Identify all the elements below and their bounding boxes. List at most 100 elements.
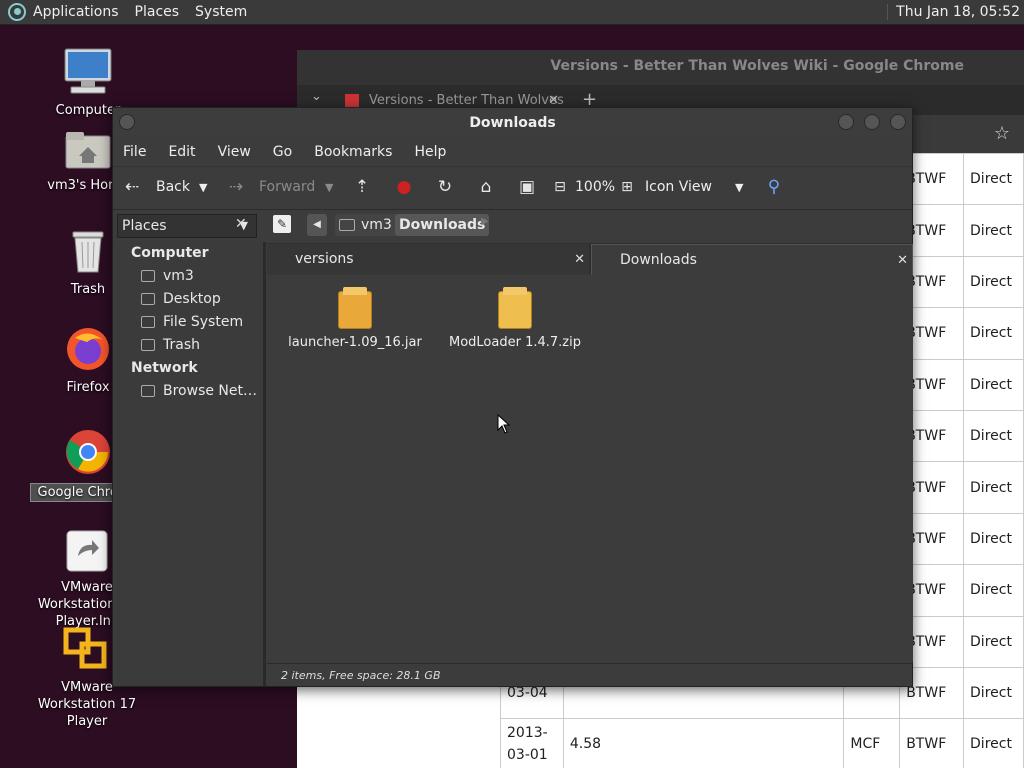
- fm-toolbar: ⇠ Back ▼ ⇢ Forward ▼ ⇡ ● ↻ ⌂ ▣ ⊟ 100% ⊞ …: [113, 166, 912, 210]
- direct-link[interactable]: Direct: [963, 615, 1024, 668]
- tab-downloads[interactable]: Downloads ✕: [591, 244, 913, 275]
- menu-go[interactable]: Go: [273, 144, 292, 160]
- forward-history-chevron-icon[interactable]: ▼: [325, 181, 333, 194]
- zoom-in-icon[interactable]: ⊞: [616, 176, 638, 198]
- tab-search-icon[interactable]: ⌄: [311, 89, 322, 104]
- view-mode-chevron-icon[interactable]: ▼: [735, 181, 743, 194]
- bookmark-star-icon[interactable]: ☆: [994, 123, 1010, 144]
- sidebar-item-label: vm3: [163, 268, 194, 284]
- path-right-arrow-icon[interactable]: ▶: [481, 216, 489, 227]
- direct-link[interactable]: Direct: [963, 307, 1024, 360]
- panel-clock[interactable]: Thu Jan 18, 05:52: [887, 4, 1020, 20]
- version-cell: 4.58: [562, 718, 845, 768]
- direct-link[interactable]: Direct: [963, 666, 1024, 720]
- menu-applications[interactable]: Applications: [33, 4, 119, 20]
- menu-help[interactable]: Help: [414, 144, 446, 160]
- sidebar-heading-network: Network: [131, 360, 198, 376]
- fm-titlebar[interactable]: Downloads: [113, 108, 912, 138]
- home-folder-icon: [141, 270, 155, 282]
- direct-link[interactable]: Direct: [963, 718, 1024, 768]
- fm-tabs: versions ✕ Downloads ✕: [267, 243, 913, 275]
- sidebar-item-trash[interactable]: Trash: [117, 334, 261, 357]
- direct-link[interactable]: Direct: [963, 204, 1024, 257]
- menu-view[interactable]: View: [218, 144, 251, 160]
- file-manager-window: Downloads File Edit View Go Bookmarks He…: [112, 107, 913, 687]
- home-icon[interactable]: ⌂: [475, 176, 497, 198]
- chrome-titlebar[interactable]: Versions - Better Than Wolves Wiki - Goo…: [297, 50, 1024, 85]
- menu-places[interactable]: Places: [135, 4, 180, 20]
- maximize-icon[interactable]: [864, 114, 880, 130]
- back-button[interactable]: Back: [156, 179, 190, 195]
- path-button-downloads[interactable]: Downloads: [395, 214, 490, 236]
- sidebar-item-file-system[interactable]: File System: [117, 311, 261, 334]
- direct-link[interactable]: Direct: [963, 255, 1024, 309]
- zoom-out-icon[interactable]: ⊟: [549, 176, 571, 198]
- trash-icon: [141, 339, 155, 351]
- menu-bookmarks[interactable]: Bookmarks: [314, 144, 392, 160]
- reload-icon[interactable]: ↻: [434, 176, 456, 198]
- menu-file[interactable]: File: [123, 144, 146, 160]
- direct-link[interactable]: Direct: [963, 152, 1024, 206]
- tab-versions[interactable]: versions ✕: [267, 244, 589, 275]
- back-history-chevron-icon[interactable]: ▼: [199, 181, 207, 194]
- places-sidebar: Computer vm3 Desktop File System Trash N…: [117, 242, 261, 686]
- mcf-link[interactable]: MCF: [843, 718, 901, 768]
- sidebar-item-desktop[interactable]: Desktop: [117, 288, 261, 311]
- direct-link[interactable]: Direct: [963, 461, 1024, 514]
- table-row: 2013-03-01 4.58 MCF BTWF Direct: [500, 718, 1024, 768]
- sidebar-item-browse-network[interactable]: Browse Net…: [117, 380, 261, 403]
- top-panel: Applications Places System Thu Jan 18, 0…: [0, 0, 1024, 25]
- file-view[interactable]: launcher-1.09_16.jar ModLoader 1.4.7.zip: [267, 276, 913, 662]
- minimize-icon[interactable]: [838, 114, 854, 130]
- date-cell: 2013-03-01: [500, 718, 564, 768]
- sidebar-item-vm3[interactable]: vm3: [117, 265, 261, 288]
- window-menu-icon[interactable]: [119, 114, 135, 130]
- direct-link[interactable]: Direct: [963, 358, 1024, 411]
- firefox-icon: [67, 328, 109, 370]
- home-folder-icon: [65, 132, 111, 169]
- sidebar-item-label: Desktop: [163, 291, 221, 307]
- archive-file-icon: [498, 287, 532, 329]
- forward-arrow-icon[interactable]: ⇢: [225, 176, 247, 198]
- chrome-icon: [66, 430, 110, 474]
- sidebar-heading-computer: Computer: [131, 245, 209, 261]
- fm-menubar: File Edit View Go Bookmarks Help: [113, 138, 912, 166]
- btwf-link[interactable]: BTWF: [899, 718, 965, 768]
- computer-view-icon[interactable]: ▣: [516, 176, 538, 198]
- vmware-icon: [63, 627, 107, 669]
- path-button-vm3[interactable]: vm3: [335, 214, 398, 236]
- distro-logo-icon[interactable]: [8, 3, 26, 21]
- home-folder-icon: [339, 219, 355, 231]
- pane-divider[interactable]: [263, 242, 266, 686]
- edit-location-icon[interactable]: ✎: [273, 215, 291, 233]
- computer-icon: [64, 48, 112, 94]
- path-left-arrow-icon[interactable]: ◀: [307, 214, 327, 236]
- direct-link[interactable]: Direct: [963, 409, 1024, 463]
- forward-button[interactable]: Forward: [259, 179, 315, 195]
- drive-icon: [141, 316, 155, 328]
- view-mode-select[interactable]: Icon View: [645, 179, 712, 195]
- network-icon: [141, 385, 155, 397]
- menu-edit[interactable]: Edit: [168, 144, 195, 160]
- menu-system[interactable]: System: [195, 4, 247, 20]
- direct-link[interactable]: Direct: [963, 512, 1024, 566]
- file-name: ModLoader 1.4.7.zip: [449, 335, 581, 350]
- file-item[interactable]: ModLoader 1.4.7.zip: [445, 287, 585, 350]
- status-bar: 2 items, Free space: 28.1 GB: [267, 663, 913, 687]
- tab-label: Downloads: [620, 252, 697, 268]
- tab-close-icon[interactable]: ✕: [897, 245, 908, 276]
- back-arrow-icon[interactable]: ⇠: [121, 176, 143, 198]
- stop-icon[interactable]: ●: [393, 176, 415, 198]
- close-icon[interactable]: [890, 114, 906, 130]
- tab-close-icon[interactable]: ✕: [574, 244, 585, 275]
- mouse-cursor-icon: [497, 414, 511, 434]
- sidebar-item-label: File System: [163, 314, 244, 330]
- path-bar: ✎ ◀ vm3 Downloads ▶: [265, 211, 913, 241]
- direct-link[interactable]: Direct: [963, 564, 1024, 617]
- trash-icon: [72, 231, 104, 273]
- search-icon[interactable]: ⚲: [763, 176, 785, 198]
- up-arrow-icon[interactable]: ⇡: [351, 176, 373, 198]
- file-item[interactable]: launcher-1.09_16.jar: [285, 287, 425, 350]
- file-name: launcher-1.09_16.jar: [288, 335, 422, 350]
- sidebar-close-icon[interactable]: ✕: [235, 216, 247, 232]
